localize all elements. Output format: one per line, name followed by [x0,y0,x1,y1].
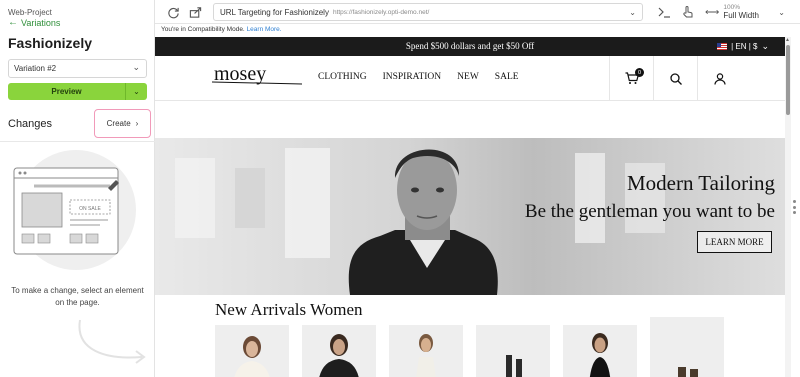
chevron-down-icon: ⌄ [761,41,769,51]
search-button[interactable] [653,56,697,101]
chevron-down-icon: ⌄ [778,7,785,17]
preview-button[interactable]: Preview [8,83,125,100]
promo-bar: Spend $500 dollars and get $50 Off | EN … [155,37,785,56]
scroll-up-icon[interactable]: ▲ [785,37,790,43]
section-title: New Arrivals Women [215,300,363,319]
learn-more-button[interactable]: LEARN MORE [697,231,772,253]
chevron-down-icon: ⌄ [629,7,636,17]
resize-handle[interactable] [793,200,797,214]
promo-text: Spend $500 dollars and get $50 Off [405,41,535,51]
back-to-variations-link[interactable]: ← Variations [8,17,61,29]
url-value: https://fashionizely.opti-demo.net/ [332,8,430,16]
editor-toolbar: URL Targeting for Fashionizely https://f… [155,0,800,24]
site-logo[interactable]: mosey [212,65,304,89]
chevron-right-icon: › [135,119,139,128]
url-targeting-select[interactable]: URL Targeting for Fashionizely https://f… [213,3,643,21]
share-icon[interactable] [186,3,204,21]
terminal-icon[interactable] [655,3,673,21]
editor-sidebar: Web-Project ← Variations Fashionizely Va… [0,0,155,377]
menu-item-clothing[interactable]: CLOTHING [318,72,367,82]
divider [0,141,155,142]
user-icon [713,72,726,85]
chevron-down-icon: ⌄ [132,62,140,72]
hero-title: Modern Tailoring [626,171,775,195]
back-label: Variations [21,18,61,28]
site-preview[interactable]: Spend $500 dollars and get $50 Off | EN … [155,37,785,377]
locale-label: | EN | $ [731,42,758,51]
product-card[interactable] [389,325,463,377]
menu-item-new[interactable]: NEW [457,72,479,82]
menu-item-inspiration[interactable]: INSPIRATION [383,72,442,82]
product-card[interactable] [302,325,376,377]
product-card[interactable] [215,325,289,377]
create-label: Create [106,119,131,128]
cart-button[interactable]: 0 [609,56,653,101]
preview-button-group: Preview ⌄ [8,83,147,100]
illustration-badge: ON SALE [79,206,101,212]
site-nav-icons: 0 [609,56,741,101]
experiment-title: Fashionizely [8,35,93,51]
variation-select[interactable]: Variation #2 ⌄ [8,59,147,78]
project-name: Web-Project [8,8,52,17]
product-card[interactable] [563,325,637,377]
site-navbar: mosey CLOTHING INSPIRATION NEW SALE 0 [155,56,785,101]
compatibility-notice: You're in Compatibility Mode. Learn More… [155,24,800,37]
refresh-icon[interactable] [164,3,182,21]
account-button[interactable] [697,56,741,101]
create-button[interactable]: Create › [94,109,151,138]
product-card[interactable] [650,317,724,377]
viewport-width-select[interactable]: ⟷ 100% Full Width ⌄ [705,3,785,21]
app: Web-Project ← Variations Fashionizely Va… [0,0,800,377]
preview-scrollbar[interactable]: ▲ [785,37,791,377]
hero-banner[interactable]: Modern Tailoring Be the gentleman you wa… [155,138,785,295]
compatibility-text: You're in Compatibility Mode. [161,26,245,33]
width-mode: Full Width [723,11,759,20]
site-menu: CLOTHING INSPIRATION NEW SALE [318,72,519,82]
url-targeting-title: URL Targeting for Fashionizely [220,7,329,17]
hero-subtitle: Be the gentleman you want to be [524,201,775,222]
arrow-left-icon: ← [8,17,18,28]
locale-switcher[interactable]: | EN | $ ⌄ [717,41,769,52]
preview-dropdown-button[interactable]: ⌄ [125,83,147,100]
empty-state-illustration: ON SALE [13,150,136,270]
product-card[interactable] [476,325,550,377]
cart-count-badge: 0 [635,68,644,77]
changes-heading: Changes [8,118,53,130]
resize-icon: ⟷ [705,6,720,18]
learn-more-link[interactable]: Learn More. [247,26,282,33]
product-grid [215,317,724,377]
flag-us-icon [717,43,728,50]
empty-state-hint: To make a change, select an element on t… [11,286,144,307]
scrollbar-thumb[interactable] [786,45,790,115]
touch-icon[interactable] [679,3,697,21]
search-icon [669,72,682,85]
chevron-down-icon: ⌄ [133,87,140,96]
menu-item-sale[interactable]: SALE [495,72,519,82]
variation-select-value: Variation #2 [14,64,57,73]
curved-arrow-icon [78,319,146,364]
